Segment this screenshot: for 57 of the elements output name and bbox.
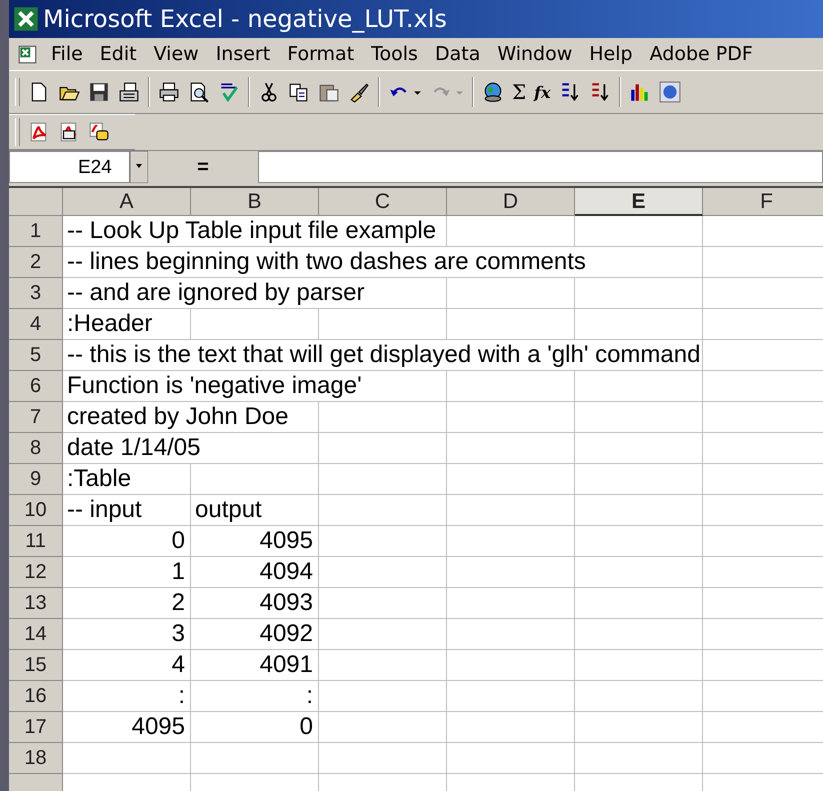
autosum-button[interactable]: Σ: [512, 80, 526, 104]
table-cell: Function is 'negative image': [67, 371, 362, 401]
print-preview-icon[interactable]: [188, 81, 210, 103]
menu-item[interactable]: File: [51, 43, 83, 65]
column-header[interactable]: B: [191, 188, 319, 216]
row-header[interactable]: 15: [9, 650, 63, 681]
row-header[interactable]: 14: [9, 619, 63, 650]
name-box[interactable]: E24: [9, 151, 130, 183]
table-cell: date 1/14/05: [67, 433, 200, 463]
menu-item[interactable]: Adobe PDF: [650, 43, 753, 65]
table-cell: -- Look Up Table input file example: [67, 216, 436, 246]
row-header[interactable]: 12: [9, 557, 63, 588]
row-header[interactable]: 9: [9, 464, 63, 495]
table-cell: -- lines beginning with two dashes are comments: [67, 247, 586, 277]
menu-item[interactable]: Insert: [216, 43, 270, 65]
row-header[interactable]: 11: [9, 526, 63, 557]
row-header[interactable]: 17: [9, 712, 63, 743]
column-header[interactable]: F: [703, 188, 823, 216]
pdf-review-icon[interactable]: [88, 121, 110, 143]
window-title: Microsoft Excel - negative_LUT.xls: [43, 5, 447, 33]
save-icon[interactable]: [88, 81, 110, 103]
row-header[interactable]: 13: [9, 588, 63, 619]
table-cell: -- and are ignored by parser: [67, 278, 364, 308]
column-header[interactable]: E: [575, 188, 703, 216]
row-header[interactable]: 7: [9, 402, 63, 433]
workbook-icon[interactable]: [17, 43, 39, 65]
insert-function-button[interactable]: fx: [534, 82, 551, 102]
copy-icon[interactable]: [288, 81, 310, 103]
menu-item[interactable]: View: [154, 43, 199, 65]
menu-item[interactable]: Window: [497, 43, 572, 65]
column-header[interactable]: A: [63, 188, 191, 216]
row-header[interactable]: 18: [9, 743, 63, 774]
print-icon[interactable]: [158, 81, 180, 103]
row-header[interactable]: 5: [9, 340, 63, 371]
row-header[interactable]: 6: [9, 371, 63, 402]
row-header[interactable]: 16: [9, 681, 63, 712]
table-cell: created by John Doe: [67, 402, 288, 432]
formula-field[interactable]: [258, 151, 823, 183]
column-header[interactable]: C: [319, 188, 447, 216]
brush-icon[interactable]: [348, 81, 370, 103]
excel-logo-icon: [13, 6, 39, 32]
row-header[interactable]: 2: [9, 247, 63, 278]
row-header[interactable]: 8: [9, 433, 63, 464]
row-header[interactable]: 1: [9, 216, 63, 247]
row-header[interactable]: 10: [9, 495, 63, 526]
row-header[interactable]: 3: [9, 278, 63, 309]
column-header[interactable]: D: [447, 188, 575, 216]
globe-icon[interactable]: [482, 81, 504, 103]
menu-item[interactable]: Data: [434, 43, 480, 65]
menu-item[interactable]: Tools: [371, 43, 418, 65]
dropdown-button[interactable]: [130, 151, 148, 183]
menu-item[interactable]: Help: [589, 43, 633, 65]
menu-item[interactable]: Edit: [100, 43, 137, 65]
menu-item[interactable]: Format: [287, 43, 354, 65]
equals-sign: =: [196, 155, 210, 180]
table-cell: -- this is the text that will get displayed with a 'glh' command: [67, 340, 700, 370]
row-header[interactable]: 4: [9, 309, 63, 340]
